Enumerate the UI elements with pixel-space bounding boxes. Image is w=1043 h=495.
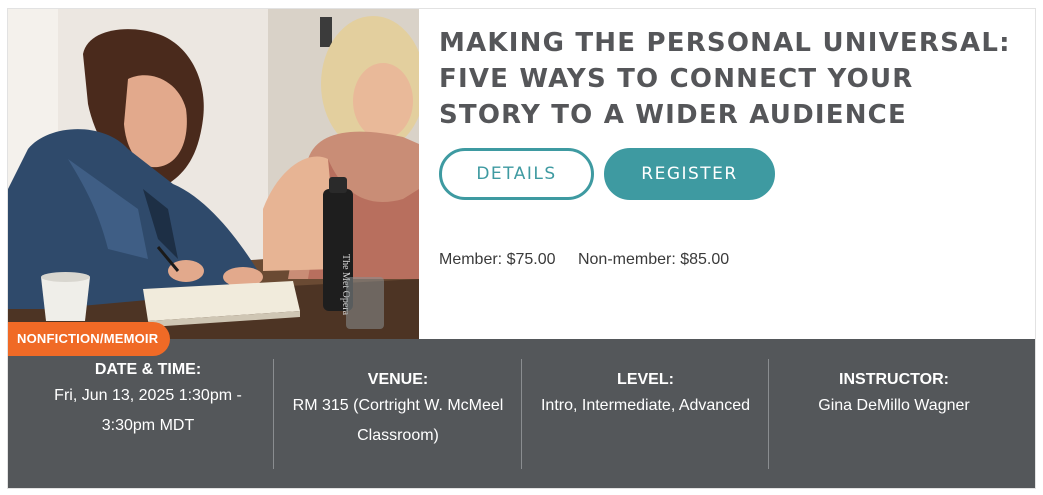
venue-line-1: RM 315 (Cortright W. McMeel (292, 397, 504, 414)
level-value: Intro, Intermediate, Advanced (540, 397, 750, 414)
instructor-label: INSTRUCTOR: (839, 371, 949, 388)
event-card: The Met Opera NONFICTION/MEMOIR MAKING T… (7, 8, 1036, 489)
nonmember-price: Non-member: $85.00 (577, 251, 730, 268)
event-info-bar: DATE & TIME: Fri, Jun 13, 2025 1:30pm - … (8, 339, 1035, 488)
venue-label: VENUE: (367, 371, 429, 388)
level-label: LEVEL: (617, 371, 674, 388)
title-line-1: MAKING THE PERSONAL UNIVERSAL: (439, 28, 1011, 58)
date-time-label: DATE & TIME: (94, 361, 202, 378)
register-button[interactable]: REGISTER (604, 148, 775, 200)
venue-line-2: Classroom) (357, 427, 439, 444)
level-column: LEVEL: Intro, Intermediate, Advanced (521, 359, 769, 469)
title-line-2: FIVE WAYS TO CONNECT YOUR (439, 64, 914, 94)
date-time-column: DATE & TIME: Fri, Jun 13, 2025 1:30pm - … (23, 359, 273, 459)
event-summary: MAKING THE PERSONAL UNIVERSAL: FIVE WAYS… (439, 25, 1029, 268)
title-line-3: STORY TO A WIDER AUDIENCE (439, 100, 907, 130)
instructor-column: INSTRUCTOR: Gina DeMillo Wagner (768, 359, 1019, 469)
action-buttons: DETAILS REGISTER (439, 148, 775, 200)
details-button[interactable]: DETAILS (439, 148, 594, 200)
date-time-line-2: 3:30pm MDT (101, 417, 195, 434)
instructor-name[interactable]: Gina DeMillo Wagner (769, 391, 1019, 421)
event-photo[interactable]: The Met Opera (8, 9, 419, 339)
photo-illustration: The Met Opera (8, 9, 419, 339)
date-time-line-1: Fri, Jun 13, 2025 1:30pm - (54, 387, 242, 404)
price-info: Member: $75.00 Non-member: $85.00 (439, 251, 729, 269)
venue-column: VENUE: RM 315 (Cortright W. McMeel Class… (273, 359, 522, 469)
category-badge[interactable]: NONFICTION/MEMOIR (8, 322, 171, 356)
event-title[interactable]: MAKING THE PERSONAL UNIVERSAL: FIVE WAYS… (439, 25, 1029, 133)
member-price: Member: $75.00 (439, 251, 556, 268)
